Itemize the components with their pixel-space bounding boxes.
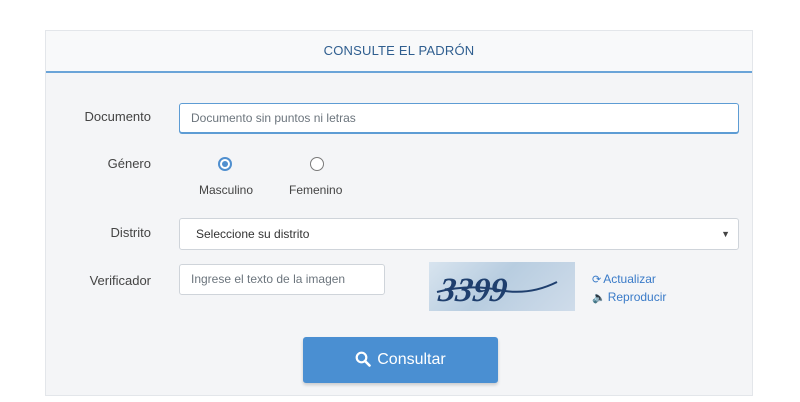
search-icon xyxy=(355,351,372,367)
radio-masculino[interactable] xyxy=(218,157,232,171)
padron-card: CONSULTE EL PADRÓN Documento Documento s… xyxy=(45,30,753,396)
speaker-icon: 🔈 xyxy=(592,292,606,304)
refresh-label: Actualizar xyxy=(603,272,656,286)
verificador-label: Verificador xyxy=(89,273,151,288)
card-header: CONSULTE EL PADRÓN xyxy=(46,31,752,73)
documento-label: Documento xyxy=(84,109,151,124)
distrito-selected-value: Seleccione su distrito xyxy=(196,227,310,241)
form-body: Documento Documento sin puntos ni letras… xyxy=(46,73,752,395)
consultar-label: Consultar xyxy=(377,351,446,368)
documento-input[interactable]: Documento sin puntos ni letras xyxy=(179,103,739,133)
radio-masculino-label[interactable]: Masculino xyxy=(199,183,253,197)
play-audio-link[interactable]: 🔈 Reproducir xyxy=(592,290,666,304)
verificador-input[interactable]: Ingrese el texto de la imagen xyxy=(179,264,385,295)
play-label: Reproducir xyxy=(607,290,667,304)
radio-femenino[interactable] xyxy=(310,157,324,171)
distrito-label: Distrito xyxy=(110,225,151,240)
card-title: CONSULTE EL PADRÓN xyxy=(323,43,475,58)
refresh-icon: ⟳ xyxy=(592,274,602,286)
refresh-captcha-link[interactable]: ⟳ Actualizar xyxy=(592,272,656,286)
caret-down-icon: ▼ xyxy=(721,229,730,239)
captcha-text-graphic: 3399 xyxy=(435,272,558,309)
captcha-image: 3399 xyxy=(429,262,575,311)
documento-placeholder: Documento sin puntos ni letras xyxy=(191,111,356,125)
radio-femenino-label[interactable]: Femenino xyxy=(289,183,342,197)
distrito-select[interactable]: Seleccione su distrito ▼ xyxy=(179,218,739,250)
genero-label: Género xyxy=(107,156,151,171)
consultar-button[interactable]: Consultar xyxy=(303,337,498,383)
verificador-placeholder: Ingrese el texto de la imagen xyxy=(191,272,346,286)
